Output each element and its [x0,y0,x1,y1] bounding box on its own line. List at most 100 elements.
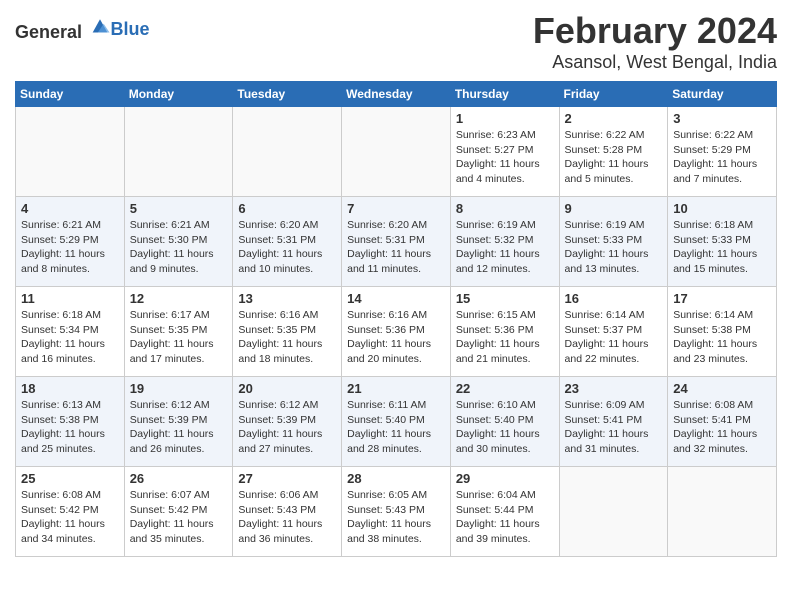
day-number: 15 [456,291,554,306]
day-info: Sunrise: 6:19 AM Sunset: 5:32 PM Dayligh… [456,218,554,277]
table-row: 25 Sunrise: 6:08 AM Sunset: 5:42 PM Dayli… [16,467,125,557]
table-row: 5Sunrise: 6:21 AM Sunset: 5:30 PM Daylig… [124,197,233,287]
header-monday: Monday [124,82,233,107]
day-number: 20 [238,381,336,396]
table-row: 24 Sunrise: 6:08 AM Sunset: 5:41 PM Dayli… [668,377,777,467]
title-area: February 2024 Asansol, West Bengal, Indi… [533,10,777,73]
table-row [668,467,777,557]
table-row: 7 Sunrise: 6:20 AM Sunset: 5:31 PM Daylig… [342,197,451,287]
table-row: 29 Sunrise: 6:04 AM Sunset: 5:44 PM Dayli… [450,467,559,557]
table-row: 8 Sunrise: 6:19 AM Sunset: 5:32 PM Daylig… [450,197,559,287]
day-info: Sunrise: 6:22 AM Sunset: 5:29 PM Dayligh… [673,128,771,187]
day-number: 8 [456,201,554,216]
day-info: Sunrise: 6:21 AM Sunset: 5:29 PM Dayligh… [21,218,119,277]
table-row [559,467,668,557]
logo-icon [89,16,111,38]
day-number: 3 [673,111,771,126]
day-info: Sunrise: 6:07 AM Sunset: 5:42 PM Dayligh… [130,488,228,547]
day-number: 25 [21,471,119,486]
day-info: Sunrise: 6:14 AM Sunset: 5:38 PM Dayligh… [673,308,771,367]
day-info: Sunrise: 6:04 AM Sunset: 5:44 PM Dayligh… [456,488,554,547]
header-sunday: Sunday [16,82,125,107]
day-number: 11 [21,291,119,306]
day-number: 7 [347,201,445,216]
table-row: 4Sunrise: 6:21 AM Sunset: 5:29 PM Daylig… [16,197,125,287]
day-info: Sunrise: 6:21 AM Sunset: 5:30 PM Dayligh… [130,218,228,277]
day-info: Sunrise: 6:14 AM Sunset: 5:37 PM Dayligh… [565,308,663,367]
day-number: 17 [673,291,771,306]
table-row: 22 Sunrise: 6:10 AM Sunset: 5:40 PM Dayli… [450,377,559,467]
table-row: 15 Sunrise: 6:15 AM Sunset: 5:36 PM Dayli… [450,287,559,377]
table-row: 19 Sunrise: 6:12 AM Sunset: 5:39 PM Dayli… [124,377,233,467]
day-info: Sunrise: 6:12 AM Sunset: 5:39 PM Dayligh… [130,398,228,457]
table-row: 21Sunrise: 6:11 AM Sunset: 5:40 PM Dayli… [342,377,451,467]
table-row [124,107,233,197]
day-info: Sunrise: 6:15 AM Sunset: 5:36 PM Dayligh… [456,308,554,367]
logo: General Blue [15,16,150,43]
day-info: Sunrise: 6:09 AM Sunset: 5:41 PM Dayligh… [565,398,663,457]
table-row: 17 Sunrise: 6:14 AM Sunset: 5:38 PM Dayli… [668,287,777,377]
calendar-week-3: 11 Sunrise: 6:18 AM Sunset: 5:34 PM Dayli… [16,287,777,377]
table-row [233,107,342,197]
day-info: Sunrise: 6:10 AM Sunset: 5:40 PM Dayligh… [456,398,554,457]
header-wednesday: Wednesday [342,82,451,107]
day-info: Sunrise: 6:05 AM Sunset: 5:43 PM Dayligh… [347,488,445,547]
table-row: 3 Sunrise: 6:22 AM Sunset: 5:29 PM Daylig… [668,107,777,197]
table-row [16,107,125,197]
day-info: Sunrise: 6:11 AM Sunset: 5:40 PM Dayligh… [347,398,445,457]
table-row: 9 Sunrise: 6:19 AM Sunset: 5:33 PM Daylig… [559,197,668,287]
calendar-table: Sunday Monday Tuesday Wednesday Thursday… [15,81,777,557]
day-info: Sunrise: 6:18 AM Sunset: 5:33 PM Dayligh… [673,218,771,277]
header-friday: Friday [559,82,668,107]
day-info: Sunrise: 6:06 AM Sunset: 5:43 PM Dayligh… [238,488,336,547]
header-saturday: Saturday [668,82,777,107]
day-number: 10 [673,201,771,216]
day-number: 22 [456,381,554,396]
day-info: Sunrise: 6:17 AM Sunset: 5:35 PM Dayligh… [130,308,228,367]
header-tuesday: Tuesday [233,82,342,107]
table-row: 10 Sunrise: 6:18 AM Sunset: 5:33 PM Dayli… [668,197,777,287]
table-row: 11 Sunrise: 6:18 AM Sunset: 5:34 PM Dayli… [16,287,125,377]
page-subtitle: Asansol, West Bengal, India [533,52,777,73]
day-info: Sunrise: 6:19 AM Sunset: 5:33 PM Dayligh… [565,218,663,277]
day-number: 16 [565,291,663,306]
day-info: Sunrise: 6:20 AM Sunset: 5:31 PM Dayligh… [238,218,336,277]
day-number: 24 [673,381,771,396]
page-title: February 2024 [533,10,777,52]
calendar-header-row: Sunday Monday Tuesday Wednesday Thursday… [16,82,777,107]
day-number: 27 [238,471,336,486]
day-number: 2 [565,111,663,126]
day-number: 9 [565,201,663,216]
logo-blue: Blue [111,19,150,39]
table-row: 2Sunrise: 6:22 AM Sunset: 5:28 PM Daylig… [559,107,668,197]
table-row: 13Sunrise: 6:16 AM Sunset: 5:35 PM Dayli… [233,287,342,377]
day-number: 29 [456,471,554,486]
table-row: 16 Sunrise: 6:14 AM Sunset: 5:37 PM Dayli… [559,287,668,377]
logo-general: General [15,22,82,42]
calendar-week-1: 1 Sunrise: 6:23 AM Sunset: 5:27 PM Daylig… [16,107,777,197]
calendar-week-5: 25 Sunrise: 6:08 AM Sunset: 5:42 PM Dayli… [16,467,777,557]
table-row: 27 Sunrise: 6:06 AM Sunset: 5:43 PM Dayli… [233,467,342,557]
day-info: Sunrise: 6:23 AM Sunset: 5:27 PM Dayligh… [456,128,554,187]
day-info: Sunrise: 6:08 AM Sunset: 5:41 PM Dayligh… [673,398,771,457]
day-number: 1 [456,111,554,126]
table-row: 28Sunrise: 6:05 AM Sunset: 5:43 PM Dayli… [342,467,451,557]
day-info: Sunrise: 6:18 AM Sunset: 5:34 PM Dayligh… [21,308,119,367]
header-thursday: Thursday [450,82,559,107]
day-info: Sunrise: 6:20 AM Sunset: 5:31 PM Dayligh… [347,218,445,277]
day-number: 23 [565,381,663,396]
day-info: Sunrise: 6:16 AM Sunset: 5:35 PM Dayligh… [238,308,336,367]
calendar-week-2: 4Sunrise: 6:21 AM Sunset: 5:29 PM Daylig… [16,197,777,287]
day-info: Sunrise: 6:08 AM Sunset: 5:42 PM Dayligh… [21,488,119,547]
day-number: 26 [130,471,228,486]
day-info: Sunrise: 6:12 AM Sunset: 5:39 PM Dayligh… [238,398,336,457]
day-number: 18 [21,381,119,396]
day-number: 6 [238,201,336,216]
day-info: Sunrise: 6:16 AM Sunset: 5:36 PM Dayligh… [347,308,445,367]
table-row: 14Sunrise: 6:16 AM Sunset: 5:36 PM Dayli… [342,287,451,377]
table-row: 6 Sunrise: 6:20 AM Sunset: 5:31 PM Daylig… [233,197,342,287]
day-number: 19 [130,381,228,396]
table-row: 18Sunrise: 6:13 AM Sunset: 5:38 PM Dayli… [16,377,125,467]
table-row: 1 Sunrise: 6:23 AM Sunset: 5:27 PM Daylig… [450,107,559,197]
page-header: General Blue February 2024 Asansol, West… [15,10,777,73]
